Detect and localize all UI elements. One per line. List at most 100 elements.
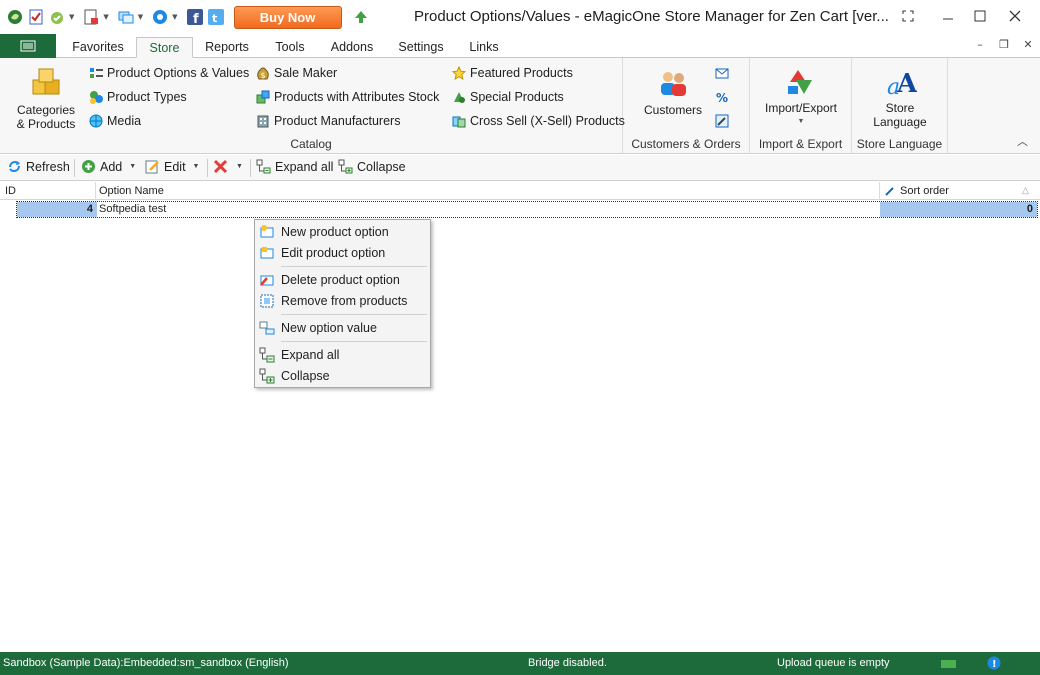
add-button[interactable]: Add ▼ (81, 159, 136, 174)
minimize-button[interactable] (937, 6, 959, 26)
column-header-sort-order[interactable]: Sort order (900, 185, 949, 197)
windows-dropdown-icon[interactable]: ▼ (138, 13, 143, 21)
tab-reports[interactable]: Reports (197, 37, 257, 58)
expand-all-button[interactable]: Expand all (256, 159, 333, 174)
product-manufacturers-button[interactable]: Product Manufacturers (256, 114, 400, 128)
language-icon: aA (887, 69, 918, 100)
media-button[interactable]: Media (89, 114, 141, 128)
fullscreen-icon[interactable] (897, 6, 919, 26)
order-edit-button[interactable] (715, 114, 733, 128)
tab-addons[interactable]: Addons (324, 37, 380, 58)
menu-item-delete-product-option[interactable]: Delete product option (256, 270, 429, 290)
application-menu-button[interactable] (0, 34, 56, 58)
twitter-icon[interactable]: t (207, 8, 225, 26)
window-title: Product Options/Values - eMagicOne Store… (414, 8, 889, 25)
remove-icon (260, 294, 274, 308)
import-export-dropdown-icon[interactable]: ▼ (756, 115, 846, 129)
media-label: Media (107, 114, 142, 128)
tab-store[interactable]: Store (136, 37, 193, 58)
column-separator[interactable] (879, 182, 880, 200)
app-logo-icon[interactable] (6, 8, 24, 26)
close-button[interactable] (1004, 6, 1026, 26)
special-products-button[interactable]: Special Products (452, 90, 564, 104)
facebook-icon[interactable]: f (186, 8, 204, 26)
help-dropdown-icon[interactable]: ▼ (172, 13, 177, 21)
update-dropdown-icon[interactable]: ▼ (69, 13, 74, 21)
customers-button[interactable]: Customers (635, 68, 711, 117)
info-icon[interactable]: ! (987, 656, 1001, 670)
menu-item-remove-from-products[interactable]: Remove from products (256, 291, 429, 311)
import-export-button[interactable]: Import/Export ▼ (756, 66, 846, 129)
buy-now-button[interactable]: Buy Now (233, 5, 342, 29)
star-icon (452, 66, 466, 80)
store-language-button[interactable]: aA Store Language (860, 66, 940, 129)
product-types-label: Product Types (107, 90, 187, 104)
cross-sell-button[interactable]: Cross Sell (X-Sell) Products (452, 114, 625, 128)
svg-text:%: % (716, 91, 728, 104)
featured-products-button[interactable]: Featured Products (452, 66, 573, 80)
customers-group-label: Customers & Orders (631, 137, 741, 151)
product-manufacturers-label: Product Manufacturers (274, 114, 401, 128)
menu-item-new-option-value[interactable]: New option value (256, 318, 429, 338)
report-dropdown-icon[interactable]: ▼ (103, 13, 108, 21)
connection-status[interactable]: Sandbox (Sample Data):Embedded:sm_sandbo… (3, 657, 289, 669)
tab-favorites[interactable]: Favorites (64, 37, 132, 58)
building-icon (257, 115, 269, 128)
edit-button[interactable]: Edit ▼ (145, 159, 199, 174)
attributes-stock-button[interactable]: Products with Attributes Stock (256, 90, 439, 104)
grid-toolbar: Refresh Add ▼ Edit ▼ ▼ Expand all Collap… (0, 155, 1040, 181)
flag-icon[interactable] (940, 658, 958, 670)
cell-id[interactable]: 4 (17, 202, 97, 217)
collapse-ribbon-icon[interactable]: ︿ (1017, 133, 1028, 149)
add-dropdown-icon[interactable]: ▼ (129, 163, 136, 170)
toolbar-separator (250, 159, 251, 177)
menu-separator (281, 314, 427, 315)
customers-icon (661, 72, 686, 96)
mdi-close-button[interactable]: ✕ (1020, 38, 1036, 54)
tab-links[interactable]: Links (463, 37, 505, 58)
report-icon[interactable] (82, 8, 100, 26)
toolbar-separator (207, 159, 208, 177)
product-types-button[interactable]: Product Types (89, 90, 187, 104)
tab-settings[interactable]: Settings (389, 37, 453, 58)
cell-sort-order[interactable]: 0 (880, 202, 1037, 217)
mdi-minimize-button[interactable]: – (972, 38, 988, 54)
menu-item-expand-all[interactable]: Expand all (256, 345, 429, 365)
sort-ascending-icon: △ (1022, 185, 1029, 195)
refresh-button[interactable]: Refresh (7, 159, 70, 174)
cell-option-name[interactable]: Softpedia test (97, 202, 880, 217)
sale-maker-label: Sale Maker (274, 66, 338, 80)
table-row[interactable]: 4 Softpedia test 0 (16, 201, 1038, 218)
svg-text:t: t (212, 12, 217, 25)
discounts-button[interactable]: % (715, 90, 733, 104)
cross-sell-icon (452, 116, 466, 128)
checklist-icon[interactable] (27, 8, 45, 26)
attributes-stock-label: Products with Attributes Stock (274, 90, 440, 104)
column-header-id[interactable]: ID (5, 185, 16, 197)
categories-products-button[interactable]: Categories & Products (8, 66, 84, 131)
delete-dropdown-icon[interactable]: ▼ (236, 163, 243, 170)
upgrade-icon[interactable] (352, 8, 370, 26)
orders-mail-button[interactable] (715, 66, 733, 80)
maximize-button[interactable] (969, 6, 991, 26)
windows-icon[interactable] (117, 8, 135, 26)
menu-item-collapse[interactable]: Collapse (256, 366, 429, 386)
mdi-restore-button[interactable]: ❐ (996, 38, 1012, 54)
toolbar-separator (74, 159, 75, 177)
delete-icon (213, 159, 228, 174)
column-header-option-name[interactable]: Option Name (99, 185, 164, 197)
sale-maker-button[interactable]: $ Sale Maker (256, 66, 337, 80)
update-icon[interactable] (48, 8, 66, 26)
product-options-values-button[interactable]: Product Options & Values (89, 66, 249, 80)
percent-icon: % (716, 91, 728, 104)
tab-tools[interactable]: Tools (266, 37, 314, 58)
edit-dropdown-icon[interactable]: ▼ (193, 163, 200, 170)
collapse-button[interactable]: Collapse (338, 159, 406, 174)
menu-item-new-product-option[interactable]: New product option (256, 222, 429, 242)
menu-item-edit-product-option[interactable]: Edit product option (256, 243, 429, 263)
quick-access-toolbar: ▼ ▼ ▼ ▼ f t Buy Now (0, 0, 373, 34)
column-separator[interactable] (95, 182, 96, 200)
help-icon[interactable] (151, 8, 169, 26)
delete-button[interactable]: ▼ (213, 159, 243, 174)
add-label: Add (100, 159, 123, 174)
